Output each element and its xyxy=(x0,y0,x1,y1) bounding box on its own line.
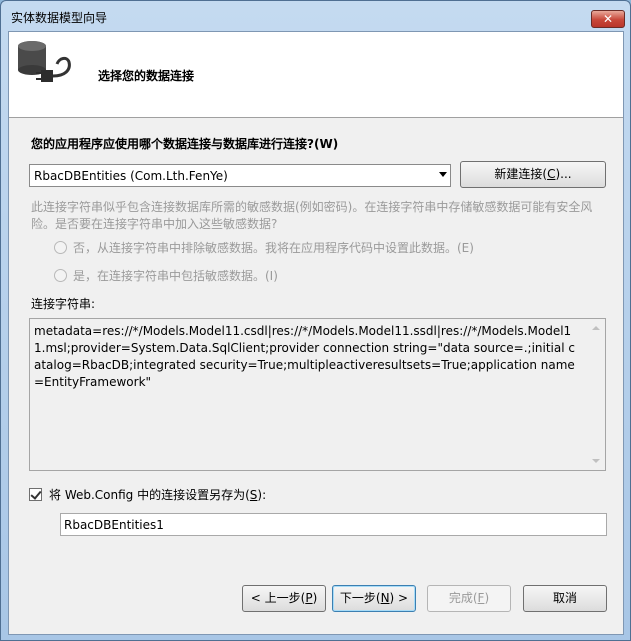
save-settings-label: 将 Web.Config 中的连接设置另存为(S): xyxy=(49,486,266,503)
finish-button[interactable]: 完成(F) xyxy=(427,585,511,612)
save-settings-checkbox[interactable] xyxy=(29,488,42,501)
vertical-scrollbar[interactable] xyxy=(588,319,605,470)
radio-exclude-sensitive[interactable]: 否，从连接字符串中排除敏感数据。我将在应用程序代码中设置此数据。(E) xyxy=(54,239,474,256)
radio-include-sensitive[interactable]: 是，在连接字符串中包括敏感数据。(I) xyxy=(54,267,278,284)
window-title: 实体数据模型向导 xyxy=(11,11,108,25)
save-label-text: 将 Web.Config 中的连接设置另存为( xyxy=(49,488,250,502)
page-title: 选择您的数据连接 xyxy=(98,69,195,83)
chevron-down-icon xyxy=(439,172,447,177)
sensitive-data-warning: 此连接字符串似乎包含连接数据库所需的敏感数据(例如密码)。在连接字符串中存储敏感… xyxy=(31,199,601,233)
back-button[interactable]: < 上一步(P) xyxy=(242,585,326,612)
wizard-header: 选择您的数据连接 xyxy=(9,32,623,118)
warning-line-2: 险。是否要在连接字符串中加入这些敏感数据? xyxy=(31,217,278,231)
connection-selected-value: RbacDBEntities (Com.Lth.FenYe) xyxy=(34,169,228,183)
radio-exclude-label: 否，从连接字符串中排除敏感数据。我将在应用程序代码中设置此数据。(E) xyxy=(73,241,474,255)
new-connection-button[interactable]: 新建连接(C)... xyxy=(460,161,606,188)
connection-string-textarea[interactable]: metadata=res://*/Models.Model11.csdl|res… xyxy=(29,318,606,471)
radio-button[interactable] xyxy=(54,269,67,282)
entities-name-input[interactable]: RbacDBEntities1 xyxy=(60,513,607,536)
dialog-client-area: 选择您的数据连接 您的应用程序应使用哪个数据连接与数据库进行连接?(W) Rba… xyxy=(8,31,624,635)
connection-question: 您的应用程序应使用哪个数据连接与数据库进行连接?(W) xyxy=(31,135,338,152)
next-accel: N xyxy=(380,591,390,605)
next-suffix: ) > xyxy=(389,591,409,605)
scroll-down-icon[interactable] xyxy=(592,459,600,463)
title-bar[interactable]: 实体数据模型向导 ✕ xyxy=(1,1,630,31)
save-label-suffix: ): xyxy=(257,488,267,502)
save-settings-checkbox-row[interactable]: 将 Web.Config 中的连接设置另存为(S): xyxy=(29,486,266,503)
question-accel: (W) xyxy=(313,137,339,151)
back-suffix: ) xyxy=(312,591,318,605)
radio-include-label: 是，在连接字符串中包括敏感数据。(I) xyxy=(73,269,278,283)
connection-dropdown[interactable]: RbacDBEntities (Com.Lth.FenYe) xyxy=(29,164,451,187)
finish-suffix: ) xyxy=(484,591,490,605)
question-text: 您的应用程序应使用哪个数据连接与数据库进行连接? xyxy=(31,137,314,151)
warning-line-1: 此连接字符串似乎包含连接数据库所需的敏感数据(例如密码)。在连接字符串中存储敏感… xyxy=(31,200,593,214)
finish-label: 完成( xyxy=(448,591,478,605)
connection-string-value: metadata=res://*/Models.Model11.csdl|res… xyxy=(34,324,575,389)
connection-string-label: 连接字符串: xyxy=(31,297,96,311)
next-button[interactable]: 下一步(N) > xyxy=(332,585,416,612)
cancel-button[interactable]: 取消 xyxy=(523,585,607,612)
next-label: 下一步( xyxy=(339,591,381,605)
close-button[interactable]: ✕ xyxy=(591,10,625,28)
database-plug-icon xyxy=(18,41,71,82)
back-accel: P xyxy=(305,591,313,605)
wizard-window: 实体数据模型向导 ✕ 选择您的数据连接 您的应用程序应使用哪个数据连接与数据库进… xyxy=(0,0,631,641)
new-connection-suffix: )... xyxy=(555,167,572,181)
new-connection-label: 新建连接( xyxy=(494,167,548,181)
entities-name-value: RbacDBEntities1 xyxy=(64,518,164,532)
radio-button[interactable] xyxy=(54,241,67,254)
scroll-up-icon[interactable] xyxy=(592,326,600,330)
back-label: < 上一步( xyxy=(250,591,306,605)
